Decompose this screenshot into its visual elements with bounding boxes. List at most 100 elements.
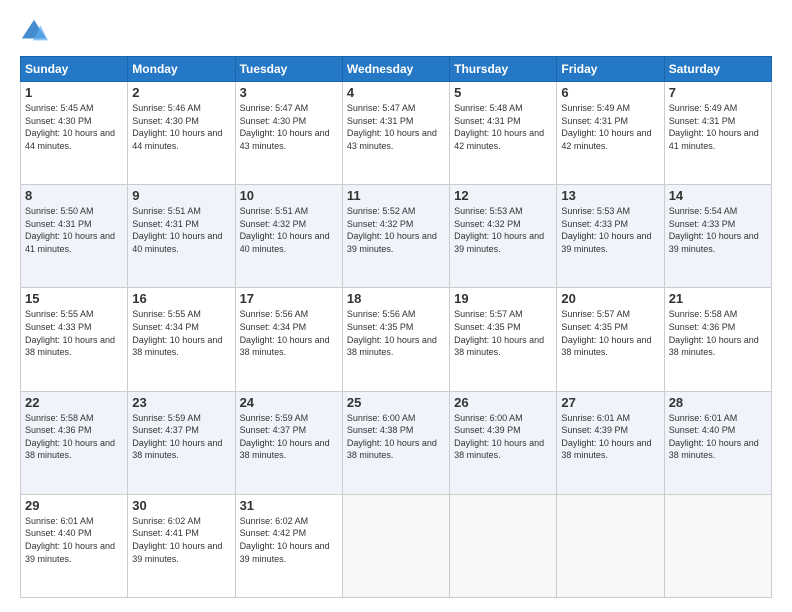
day-number: 4 [347, 85, 445, 100]
day-info: Sunrise: 5:55 AMSunset: 4:33 PMDaylight:… [25, 309, 115, 357]
calendar-cell: 16 Sunrise: 5:55 AMSunset: 4:34 PMDaylig… [128, 288, 235, 391]
day-number: 22 [25, 395, 123, 410]
calendar-cell [342, 494, 449, 597]
calendar-cell: 29 Sunrise: 6:01 AMSunset: 4:40 PMDaylig… [21, 494, 128, 597]
weekday-header-thursday: Thursday [450, 57, 557, 82]
day-number: 9 [132, 188, 230, 203]
day-info: Sunrise: 5:49 AMSunset: 4:31 PMDaylight:… [669, 103, 759, 151]
day-number: 30 [132, 498, 230, 513]
day-number: 21 [669, 291, 767, 306]
calendar-cell: 22 Sunrise: 5:58 AMSunset: 4:36 PMDaylig… [21, 391, 128, 494]
day-number: 15 [25, 291, 123, 306]
day-info: Sunrise: 6:00 AMSunset: 4:38 PMDaylight:… [347, 413, 437, 461]
day-info: Sunrise: 5:51 AMSunset: 4:32 PMDaylight:… [240, 206, 330, 254]
calendar-cell: 30 Sunrise: 6:02 AMSunset: 4:41 PMDaylig… [128, 494, 235, 597]
calendar-cell: 4 Sunrise: 5:47 AMSunset: 4:31 PMDayligh… [342, 82, 449, 185]
day-info: Sunrise: 5:45 AMSunset: 4:30 PMDaylight:… [25, 103, 115, 151]
calendar-cell: 5 Sunrise: 5:48 AMSunset: 4:31 PMDayligh… [450, 82, 557, 185]
day-info: Sunrise: 5:58 AMSunset: 4:36 PMDaylight:… [669, 309, 759, 357]
calendar-cell: 17 Sunrise: 5:56 AMSunset: 4:34 PMDaylig… [235, 288, 342, 391]
calendar-cell [664, 494, 771, 597]
day-info: Sunrise: 6:01 AMSunset: 4:40 PMDaylight:… [25, 516, 115, 564]
weekday-header-sunday: Sunday [21, 57, 128, 82]
calendar-cell: 31 Sunrise: 6:02 AMSunset: 4:42 PMDaylig… [235, 494, 342, 597]
header [20, 18, 772, 46]
weekday-header-friday: Friday [557, 57, 664, 82]
weekday-header-saturday: Saturday [664, 57, 771, 82]
calendar-week-row: 8 Sunrise: 5:50 AMSunset: 4:31 PMDayligh… [21, 185, 772, 288]
calendar-cell: 26 Sunrise: 6:00 AMSunset: 4:39 PMDaylig… [450, 391, 557, 494]
day-number: 12 [454, 188, 552, 203]
day-info: Sunrise: 5:46 AMSunset: 4:30 PMDaylight:… [132, 103, 222, 151]
day-info: Sunrise: 5:52 AMSunset: 4:32 PMDaylight:… [347, 206, 437, 254]
day-number: 6 [561, 85, 659, 100]
day-number: 20 [561, 291, 659, 306]
calendar-week-row: 15 Sunrise: 5:55 AMSunset: 4:33 PMDaylig… [21, 288, 772, 391]
day-number: 26 [454, 395, 552, 410]
day-info: Sunrise: 5:48 AMSunset: 4:31 PMDaylight:… [454, 103, 544, 151]
calendar-week-row: 22 Sunrise: 5:58 AMSunset: 4:36 PMDaylig… [21, 391, 772, 494]
day-number: 27 [561, 395, 659, 410]
calendar-cell: 28 Sunrise: 6:01 AMSunset: 4:40 PMDaylig… [664, 391, 771, 494]
calendar-cell: 3 Sunrise: 5:47 AMSunset: 4:30 PMDayligh… [235, 82, 342, 185]
day-info: Sunrise: 5:59 AMSunset: 4:37 PMDaylight:… [132, 413, 222, 461]
calendar-cell: 21 Sunrise: 5:58 AMSunset: 4:36 PMDaylig… [664, 288, 771, 391]
day-number: 19 [454, 291, 552, 306]
day-number: 10 [240, 188, 338, 203]
calendar-cell: 25 Sunrise: 6:00 AMSunset: 4:38 PMDaylig… [342, 391, 449, 494]
day-number: 18 [347, 291, 445, 306]
day-number: 11 [347, 188, 445, 203]
day-number: 28 [669, 395, 767, 410]
day-info: Sunrise: 5:57 AMSunset: 4:35 PMDaylight:… [454, 309, 544, 357]
logo [20, 18, 52, 46]
day-number: 3 [240, 85, 338, 100]
calendar-cell: 7 Sunrise: 5:49 AMSunset: 4:31 PMDayligh… [664, 82, 771, 185]
day-number: 25 [347, 395, 445, 410]
calendar-cell: 6 Sunrise: 5:49 AMSunset: 4:31 PMDayligh… [557, 82, 664, 185]
day-number: 24 [240, 395, 338, 410]
logo-icon [20, 18, 48, 46]
day-info: Sunrise: 6:01 AMSunset: 4:40 PMDaylight:… [669, 413, 759, 461]
day-number: 23 [132, 395, 230, 410]
calendar-cell: 15 Sunrise: 5:55 AMSunset: 4:33 PMDaylig… [21, 288, 128, 391]
day-info: Sunrise: 5:56 AMSunset: 4:35 PMDaylight:… [347, 309, 437, 357]
day-info: Sunrise: 6:01 AMSunset: 4:39 PMDaylight:… [561, 413, 651, 461]
day-number: 29 [25, 498, 123, 513]
calendar-cell: 12 Sunrise: 5:53 AMSunset: 4:32 PMDaylig… [450, 185, 557, 288]
day-number: 31 [240, 498, 338, 513]
calendar-week-row: 1 Sunrise: 5:45 AMSunset: 4:30 PMDayligh… [21, 82, 772, 185]
day-info: Sunrise: 5:47 AMSunset: 4:31 PMDaylight:… [347, 103, 437, 151]
day-info: Sunrise: 6:02 AMSunset: 4:42 PMDaylight:… [240, 516, 330, 564]
calendar-cell: 20 Sunrise: 5:57 AMSunset: 4:35 PMDaylig… [557, 288, 664, 391]
calendar-table: SundayMondayTuesdayWednesdayThursdayFrid… [20, 56, 772, 598]
day-number: 7 [669, 85, 767, 100]
day-info: Sunrise: 5:58 AMSunset: 4:36 PMDaylight:… [25, 413, 115, 461]
weekday-header-tuesday: Tuesday [235, 57, 342, 82]
day-info: Sunrise: 5:53 AMSunset: 4:32 PMDaylight:… [454, 206, 544, 254]
day-info: Sunrise: 5:56 AMSunset: 4:34 PMDaylight:… [240, 309, 330, 357]
calendar-cell: 24 Sunrise: 5:59 AMSunset: 4:37 PMDaylig… [235, 391, 342, 494]
day-number: 8 [25, 188, 123, 203]
calendar-cell: 9 Sunrise: 5:51 AMSunset: 4:31 PMDayligh… [128, 185, 235, 288]
day-number: 14 [669, 188, 767, 203]
day-info: Sunrise: 5:53 AMSunset: 4:33 PMDaylight:… [561, 206, 651, 254]
calendar-cell: 11 Sunrise: 5:52 AMSunset: 4:32 PMDaylig… [342, 185, 449, 288]
calendar-cell [450, 494, 557, 597]
calendar-cell: 18 Sunrise: 5:56 AMSunset: 4:35 PMDaylig… [342, 288, 449, 391]
calendar-cell: 1 Sunrise: 5:45 AMSunset: 4:30 PMDayligh… [21, 82, 128, 185]
calendar-cell: 2 Sunrise: 5:46 AMSunset: 4:30 PMDayligh… [128, 82, 235, 185]
weekday-header-row: SundayMondayTuesdayWednesdayThursdayFrid… [21, 57, 772, 82]
day-info: Sunrise: 5:49 AMSunset: 4:31 PMDaylight:… [561, 103, 651, 151]
day-number: 2 [132, 85, 230, 100]
day-number: 5 [454, 85, 552, 100]
day-info: Sunrise: 5:54 AMSunset: 4:33 PMDaylight:… [669, 206, 759, 254]
calendar-cell: 14 Sunrise: 5:54 AMSunset: 4:33 PMDaylig… [664, 185, 771, 288]
weekday-header-monday: Monday [128, 57, 235, 82]
day-info: Sunrise: 5:55 AMSunset: 4:34 PMDaylight:… [132, 309, 222, 357]
day-info: Sunrise: 5:47 AMSunset: 4:30 PMDaylight:… [240, 103, 330, 151]
calendar-cell: 13 Sunrise: 5:53 AMSunset: 4:33 PMDaylig… [557, 185, 664, 288]
day-info: Sunrise: 5:59 AMSunset: 4:37 PMDaylight:… [240, 413, 330, 461]
page: SundayMondayTuesdayWednesdayThursdayFrid… [0, 0, 792, 612]
calendar-cell: 10 Sunrise: 5:51 AMSunset: 4:32 PMDaylig… [235, 185, 342, 288]
day-info: Sunrise: 5:51 AMSunset: 4:31 PMDaylight:… [132, 206, 222, 254]
